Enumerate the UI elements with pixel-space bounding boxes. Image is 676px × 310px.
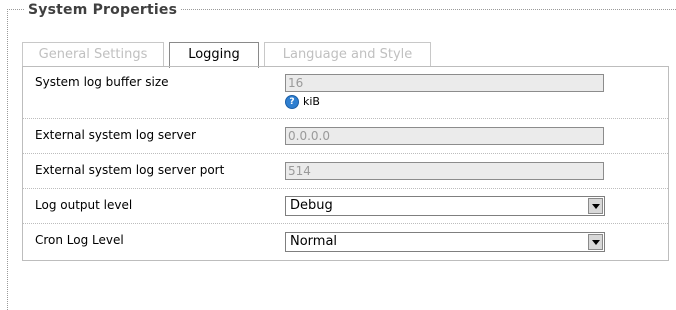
log-port-row: External system log server port [23, 154, 668, 189]
log-port-label: External system log server port [35, 163, 225, 177]
section-title: System Properties [24, 2, 182, 18]
tab-language-and-style[interactable]: Language and Style [264, 42, 431, 66]
log-buffer-label: System log buffer size [35, 75, 169, 89]
log-level-value: Debug [290, 198, 333, 213]
tab-general-settings[interactable]: General Settings [22, 42, 164, 66]
log-level-label: Log output level [35, 198, 133, 212]
log-server-label: External system log server [35, 128, 196, 142]
cron-level-label: Cron Log Level [35, 233, 124, 247]
log-buffer-hint: ? kiB [285, 95, 320, 109]
log-server-input[interactable] [285, 127, 604, 145]
log-level-row: Log output level Debug [23, 189, 668, 224]
cron-level-value: Normal [290, 234, 338, 249]
log-buffer-row: System log buffer size ? kiB [23, 67, 668, 119]
log-buffer-input[interactable] [285, 74, 604, 92]
log-port-input[interactable] [285, 162, 604, 180]
log-buffer-unit: kiB [303, 95, 320, 108]
help-icon[interactable]: ? [285, 95, 299, 109]
cron-level-select[interactable]: Normal [285, 232, 605, 252]
logging-panel: System log buffer size ? kiB External sys… [22, 66, 669, 261]
cron-level-row: Cron Log Level Normal [23, 224, 668, 259]
chevron-down-icon[interactable] [588, 234, 603, 250]
chevron-down-icon[interactable] [588, 198, 603, 214]
log-level-select[interactable]: Debug [285, 196, 605, 216]
tab-logging[interactable]: Logging [169, 42, 259, 68]
log-server-row: External system log server [23, 119, 668, 154]
